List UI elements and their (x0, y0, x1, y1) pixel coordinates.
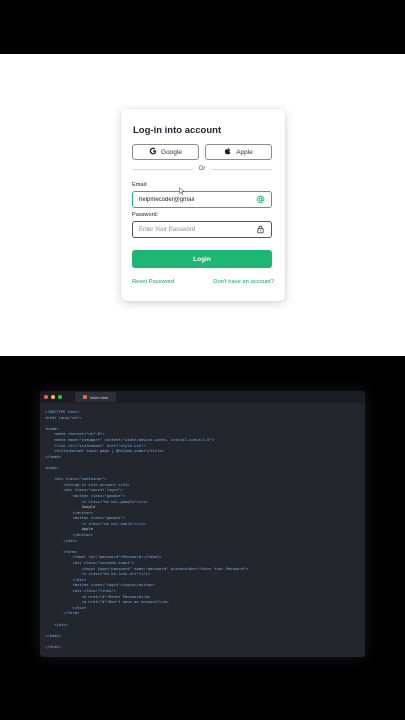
page-title: Log-in into account (133, 125, 222, 136)
or-label: Or (198, 166, 206, 172)
editor-titlebar: index.html (40, 391, 365, 403)
tab-label: index.html (90, 394, 109, 400)
divider-line-right (211, 168, 273, 170)
preview-area: Log-in into account Google Apple Or Emai… (0, 54, 405, 356)
close-window-icon[interactable] (44, 395, 48, 399)
lock-icon (255, 225, 265, 235)
html-file-icon (83, 395, 87, 399)
apple-icon (224, 147, 232, 157)
code-editor-window: index.html <!DOCTYPE html> <html lang="en… (40, 391, 365, 657)
code-line: </html> (45, 643, 62, 649)
divider-line-left (132, 168, 193, 170)
minimize-window-icon[interactable] (51, 395, 55, 399)
google-label: Google (161, 148, 182, 156)
signup-link[interactable]: Don't have an account? (213, 279, 274, 285)
apple-label: Apple (236, 148, 253, 156)
email-field[interactable]: helpmecoder@gmail (132, 191, 272, 208)
email-label: Email: (132, 182, 148, 188)
tab-index-html[interactable]: index.html (75, 392, 117, 402)
mouse-cursor-icon (179, 182, 185, 200)
password-label: Password: (132, 212, 159, 218)
maximize-window-icon[interactable] (58, 395, 62, 399)
password-placeholder: Enter Your Password (139, 226, 196, 233)
code-area[interactable]: <!DOCTYPE html> <html lang="en"> <head> <… (40, 403, 365, 656)
stage: Log-in into account Google Apple Or Emai… (0, 0, 405, 720)
or-divider: Or (132, 165, 273, 173)
google-icon (149, 147, 157, 157)
at-icon (255, 195, 265, 205)
login-card: Log-in into account Google Apple Or Emai… (121, 109, 285, 301)
password-field[interactable]: Enter Your Password (132, 221, 272, 238)
apple-button[interactable]: Apple (205, 144, 272, 160)
reset-password-link[interactable]: Reset Password (132, 279, 174, 285)
login-button[interactable]: Login (132, 250, 272, 268)
google-button[interactable]: Google (132, 144, 199, 160)
email-value: helpmecoder@gmail (139, 196, 195, 203)
